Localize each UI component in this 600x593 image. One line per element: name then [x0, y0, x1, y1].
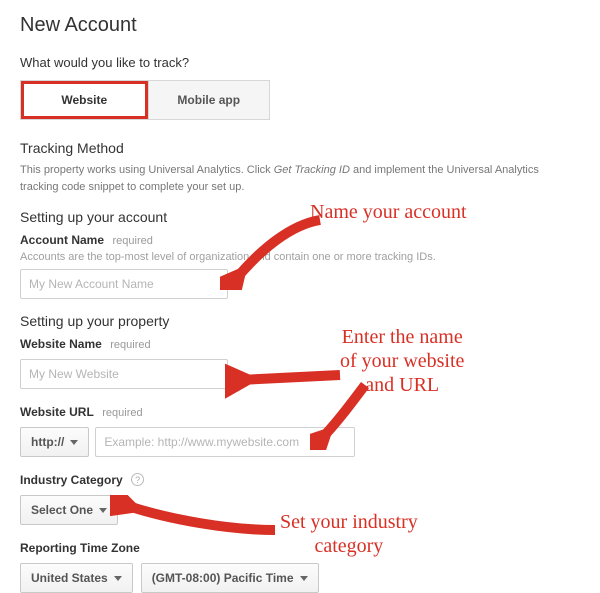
track-type-tabs: Website Mobile app — [20, 80, 270, 120]
account-setup-heading: Setting up your account — [20, 209, 580, 225]
website-url-input[interactable] — [95, 427, 355, 457]
industry-category-value: Select One — [31, 503, 93, 517]
website-url-required: required — [102, 407, 142, 419]
page-title: New Account — [20, 14, 580, 37]
protocol-select-value: http:// — [31, 435, 64, 449]
account-name-required: required — [112, 235, 152, 247]
account-name-label: Account Name — [20, 233, 104, 247]
tracking-desc-a: This property works using Universal Anal… — [20, 164, 274, 176]
tracking-method-heading: Tracking Method — [20, 140, 580, 156]
tracking-method-desc: This property works using Universal Anal… — [20, 162, 580, 195]
website-url-label: Website URL — [20, 405, 94, 419]
tab-website[interactable]: Website — [21, 81, 148, 119]
website-name-required: required — [110, 339, 150, 351]
track-question: What would you like to track? — [20, 55, 580, 70]
help-icon[interactable]: ? — [131, 473, 144, 486]
reporting-time-zone-field: Reporting Time Zone United States (GMT-0… — [20, 539, 580, 593]
reporting-tz-label: Reporting Time Zone — [20, 541, 140, 555]
industry-category-label: Industry Category — [20, 473, 123, 487]
account-name-input[interactable] — [20, 269, 228, 299]
chevron-down-icon — [114, 576, 122, 581]
industry-category-select[interactable]: Select One — [20, 495, 118, 525]
website-name-label: Website Name — [20, 337, 102, 351]
tab-mobile-app[interactable]: Mobile app — [148, 81, 270, 119]
property-setup-heading: Setting up your property — [20, 313, 580, 329]
chevron-down-icon — [99, 508, 107, 513]
tz-country-select[interactable]: United States — [20, 563, 133, 593]
tz-zone-select[interactable]: (GMT-08:00) Pacific Time — [141, 563, 319, 593]
chevron-down-icon — [300, 576, 308, 581]
tz-country-value: United States — [31, 571, 108, 585]
account-name-help: Accounts are the top-most level of organ… — [20, 251, 580, 263]
account-name-field: Account Name required Accounts are the t… — [20, 231, 580, 299]
tracking-desc-em: Get Tracking ID — [274, 164, 350, 176]
website-url-field: Website URL required http:// — [20, 403, 580, 457]
tz-zone-value: (GMT-08:00) Pacific Time — [152, 571, 294, 585]
website-name-field: Website Name required — [20, 335, 580, 389]
protocol-select[interactable]: http:// — [20, 427, 89, 457]
industry-category-field: Industry Category ? Select One — [20, 471, 580, 525]
website-name-input[interactable] — [20, 359, 228, 389]
chevron-down-icon — [70, 440, 78, 445]
